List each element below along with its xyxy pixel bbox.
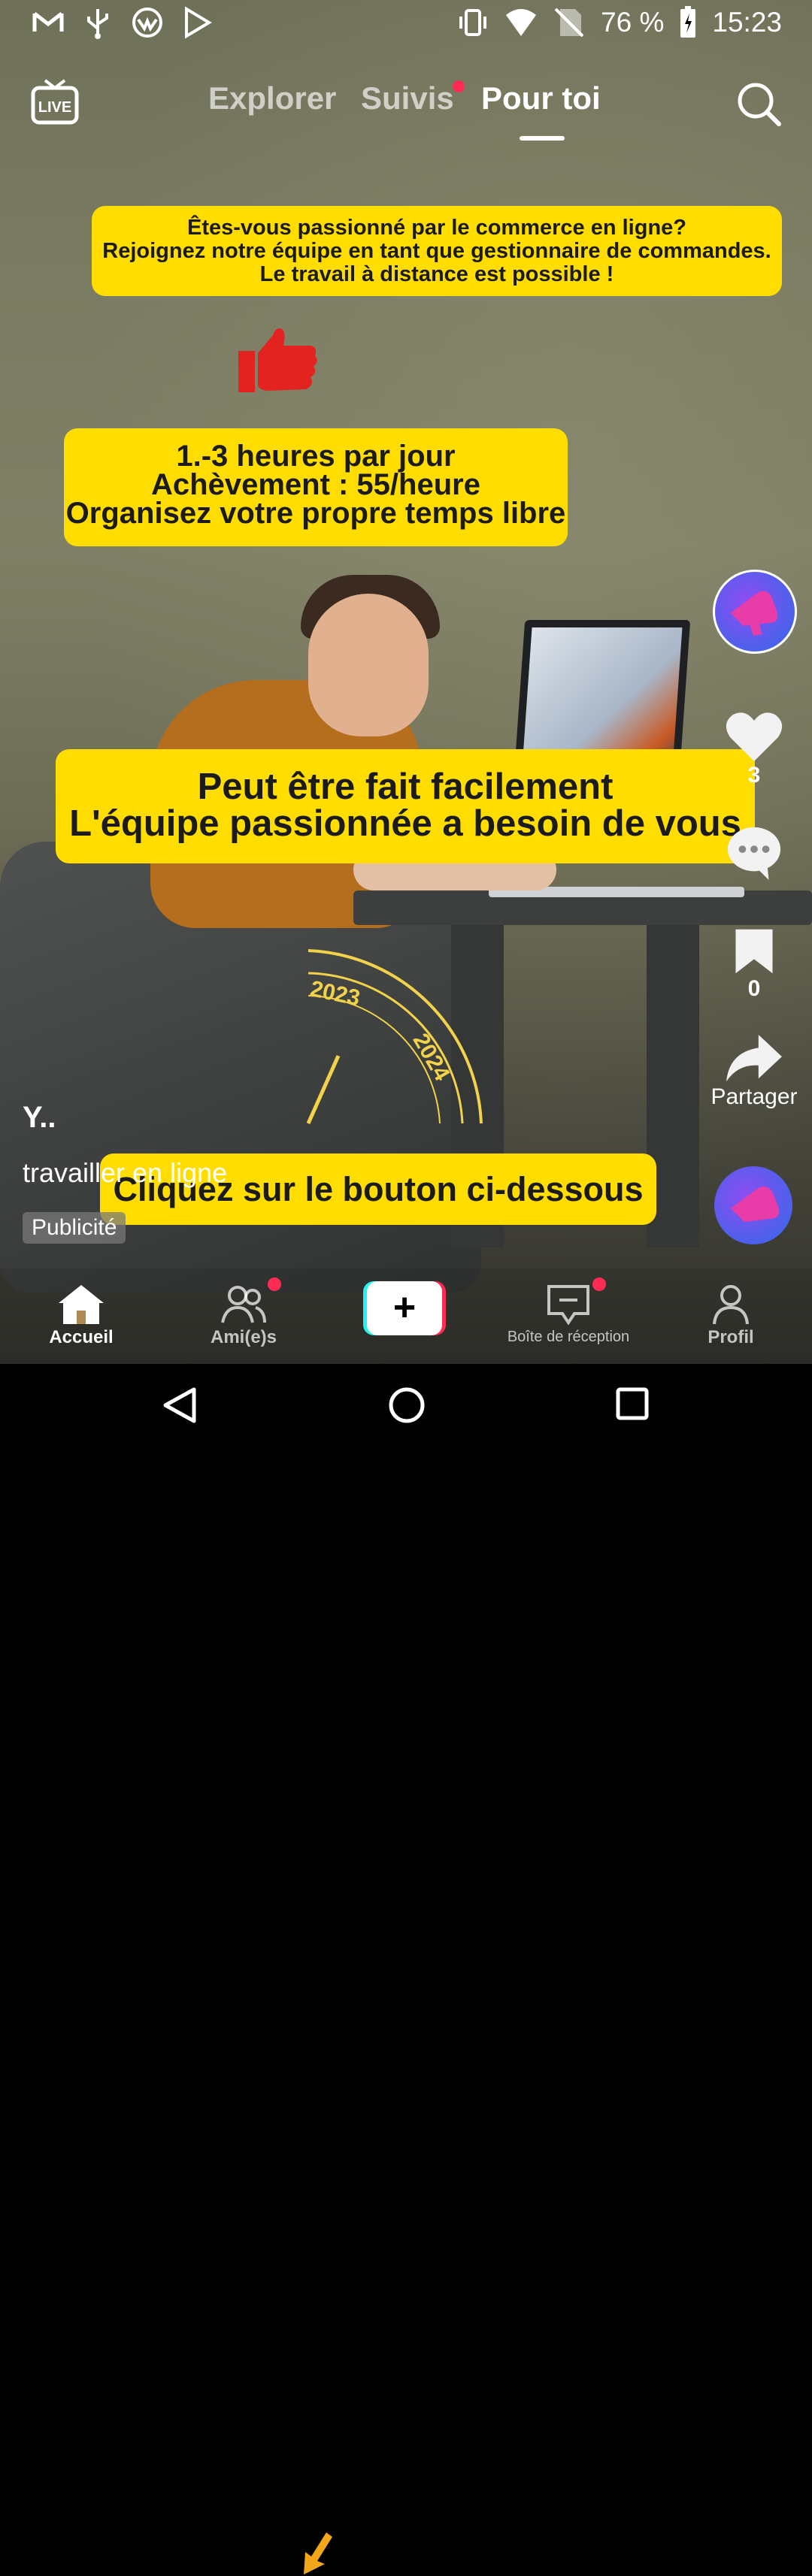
vibrate-icon: [459, 9, 487, 36]
search-icon[interactable]: [735, 80, 782, 127]
home-icon: [59, 1285, 104, 1324]
tab-pour-toi[interactable]: Pour toi: [481, 80, 601, 116]
megaphone-icon: [730, 591, 778, 636]
top-nav: LIVE Explorer Suivis Pour toi: [0, 71, 812, 147]
recents-icon[interactable]: [615, 1386, 650, 1421]
live-label: LIVE: [38, 99, 71, 116]
like-count: 3: [747, 763, 761, 788]
banner-intro-line1: Êtes-vous passionné par le commerce en l…: [187, 216, 686, 240]
nav-home[interactable]: Accueil: [6, 1268, 156, 1364]
usb-icon: [87, 9, 108, 39]
gauge-graphic: 2023 2024: [306, 949, 483, 1125]
clock: 15:23: [712, 7, 782, 38]
share-label: Partager: [710, 1084, 798, 1109]
system-nav-bar: [0, 1364, 812, 1443]
bookmark-icon: [735, 929, 773, 974]
banner-intro-line3: Le travail à distance est possible !: [259, 262, 614, 286]
battery-percent: 76 %: [601, 7, 665, 38]
nav-profile[interactable]: Profil: [656, 1268, 806, 1364]
plus-icon: +: [367, 1281, 442, 1335]
comment-icon: [727, 827, 781, 881]
video-caption[interactable]: travailler en ligne: [23, 1157, 227, 1189]
friends-notification-dot: [268, 1277, 281, 1291]
banner-hours-line1: 1.-3 heures par jour: [176, 440, 456, 473]
banner-easy: Peut être fait facilement L'équipe passi…: [56, 749, 755, 863]
gauge-label-2024: 2024: [408, 1029, 455, 1086]
nav-profile-label: Profil: [707, 1327, 754, 1347]
banner-intro: Êtes-vous passionné par le commerce en l…: [92, 206, 782, 296]
megaphone-icon: [731, 1187, 780, 1222]
share-button[interactable]: Partager: [701, 1033, 807, 1110]
creator-username[interactable]: Y..: [23, 1101, 56, 1135]
arrow-down-icon: [304, 2532, 332, 2574]
share-arrow-icon: [726, 1034, 782, 1082]
creator-avatar[interactable]: [713, 570, 797, 654]
comment-button[interactable]: [701, 823, 807, 881]
tab-explorer[interactable]: Explorer: [208, 80, 336, 116]
active-tab-indicator: [520, 136, 565, 141]
nav-friends[interactable]: Ami(e)s: [168, 1268, 319, 1364]
banner-hours-line3: Organisez votre propre temps libre: [65, 497, 566, 530]
ad-badge: Publicité: [23, 1212, 126, 1244]
save-count: 0: [747, 976, 761, 1001]
nav-friends-label: Ami(e)s: [210, 1327, 277, 1347]
suivis-notification-dot: [453, 80, 465, 92]
inbox-notification-dot: [592, 1277, 606, 1291]
friends-icon: [221, 1286, 266, 1323]
tab-suivis[interactable]: Suivis: [361, 80, 454, 116]
nav-inbox-label: Boîte de réception: [507, 1329, 630, 1345]
nav-home-label: Accueil: [49, 1327, 114, 1347]
person-head-graphic: [308, 594, 429, 736]
home-circle-icon[interactable]: [388, 1386, 426, 1424]
no-sim-icon: [554, 8, 584, 38]
profile-icon: [713, 1285, 749, 1325]
banner-intro-line2: Rejoignez notre équipe en tant que gesti…: [102, 239, 771, 263]
sound-disc[interactable]: [714, 1166, 792, 1244]
status-bar: 76 % 15:23: [0, 0, 812, 48]
like-button[interactable]: 3: [701, 710, 807, 788]
nav-inbox[interactable]: Boîte de réception: [493, 1268, 644, 1364]
banner-easy-line2: L'équipe passionnée a besoin de vous: [69, 803, 741, 844]
live-icon[interactable]: LIVE: [30, 77, 80, 127]
wifi-icon: [506, 9, 537, 36]
app-icon: [132, 8, 162, 38]
banner-hours: 1.-3 heures par jour Achèvement : 55/heu…: [64, 428, 568, 546]
create-button[interactable]: +: [363, 1281, 446, 1335]
inbox-icon: [547, 1285, 589, 1326]
banner-easy-line1: Peut être fait facilement: [197, 766, 614, 807]
battery-charging-icon: [680, 6, 696, 38]
heart-icon: [726, 712, 783, 761]
gmail-icon: [32, 12, 64, 32]
banner-hours-line2: Achèvement : 55/heure: [151, 468, 480, 501]
play-store-icon: [185, 6, 212, 39]
back-icon[interactable]: [162, 1386, 197, 1424]
thumbs-up-icon: [238, 328, 317, 392]
save-button[interactable]: 0: [701, 927, 807, 1002]
bottom-nav: Accueil Ami(e)s + Boîte de réception Pro…: [0, 1268, 812, 2574]
